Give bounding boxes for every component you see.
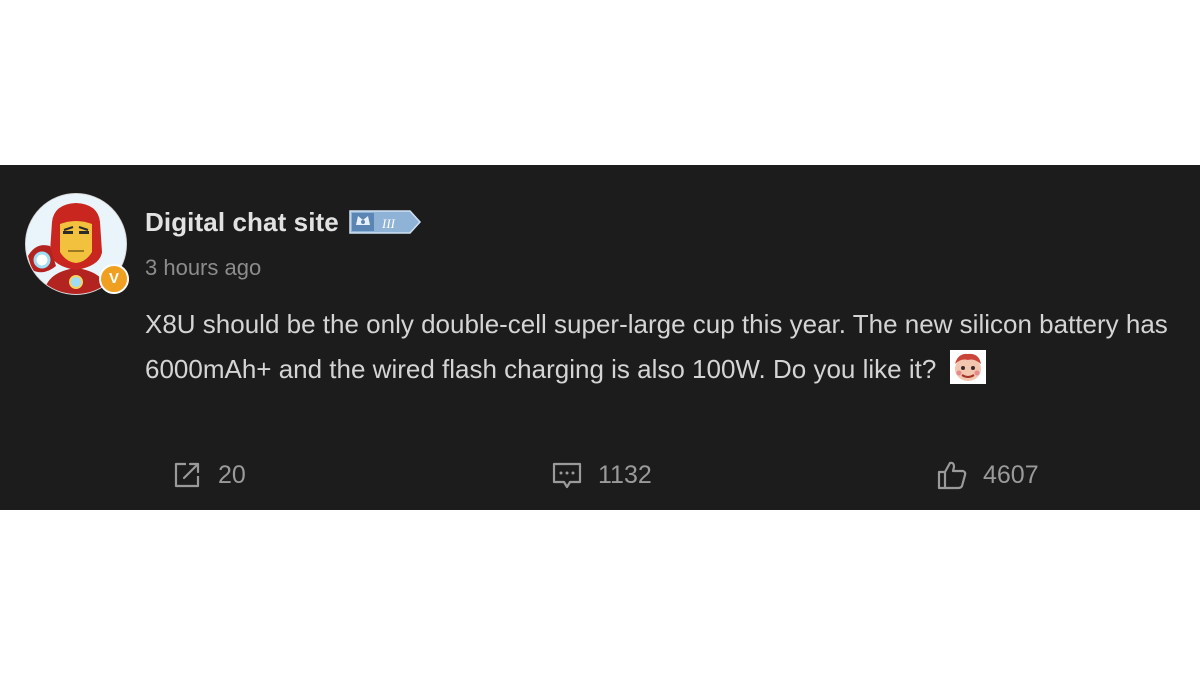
comment-icon (552, 462, 582, 489)
comment-button[interactable]: 1132 (550, 455, 652, 495)
level-badge-icon: III (349, 210, 421, 234)
author-avatar-container[interactable]: V (25, 193, 129, 297)
page: V Digital chat site III 3 hours ago X8U … (0, 0, 1200, 675)
like-button[interactable]: 4607 (935, 455, 1039, 495)
share-button[interactable]: 20 (170, 455, 246, 495)
post-card: V Digital chat site III 3 hours ago X8U … (0, 165, 1200, 510)
share-count: 20 (218, 460, 246, 489)
author-row: Digital chat site III (145, 205, 422, 239)
comment-count: 1132 (598, 460, 652, 489)
post-body-text: X8U should be the only double-cell super… (145, 309, 1168, 384)
sticker-emoji-icon (949, 350, 986, 384)
thumbs-up-icon (937, 461, 967, 490)
post-timestamp: 3 hours ago (145, 255, 262, 280)
verified-badge: V (99, 264, 129, 294)
share-icon (174, 462, 200, 488)
level-badge-text: III (381, 216, 396, 231)
like-count: 4607 (983, 460, 1039, 489)
post-body: X8U should be the only double-cell super… (145, 302, 1175, 392)
author-name[interactable]: Digital chat site (145, 207, 339, 238)
